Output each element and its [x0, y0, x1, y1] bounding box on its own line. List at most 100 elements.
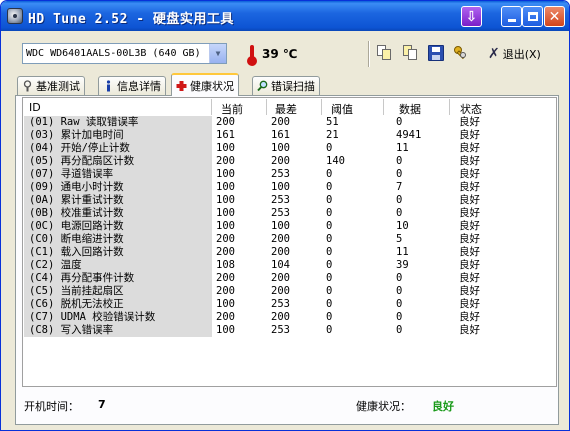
row-worst: 200	[271, 285, 290, 297]
exit-label: 退出(X)	[502, 48, 541, 61]
row-data: 10	[396, 220, 409, 232]
row-worst: 253	[271, 207, 290, 219]
row-id: (0C) 电源回路计数	[29, 220, 124, 232]
row-worst: 253	[271, 194, 290, 206]
table-row[interactable]: (0B) 校准重试计数 100 253 0 0 良好	[23, 207, 555, 220]
row-worst: 200	[271, 272, 290, 284]
row-data: 11	[396, 246, 409, 258]
tab-info[interactable]: 信息详情	[98, 76, 166, 95]
row-threshold: 140	[326, 155, 345, 167]
column-divider[interactable]	[266, 99, 267, 115]
row-worst: 104	[271, 259, 290, 271]
row-data: 7	[396, 181, 403, 193]
row-threshold: 0	[326, 285, 333, 297]
row-worst: 253	[271, 298, 290, 310]
table-row[interactable]: (07) 寻道错误率 100 253 0 0 良好	[23, 168, 555, 181]
close-button[interactable]: ✕	[544, 6, 565, 27]
row-data: 0	[396, 155, 403, 167]
info-icon	[106, 80, 111, 92]
row-current: 161	[216, 129, 235, 141]
row-worst: 200	[271, 246, 290, 258]
row-status: 良好	[459, 194, 480, 206]
row-id: (C2) 温度	[29, 259, 82, 271]
download-arrow-button[interactable]: ⇩	[461, 6, 482, 27]
column-divider[interactable]	[211, 99, 212, 115]
table-row[interactable]: (C7) UDMA 校验错误计数 200 200 0 0 良好	[23, 311, 555, 324]
save-button[interactable]	[428, 45, 444, 61]
table-row[interactable]: (03) 累计加电时间 161 161 21 4941 良好	[23, 129, 555, 142]
row-current: 100	[216, 324, 235, 336]
smart-table: ID 当前 最差 阈值 数据 状态 (01) Raw 读取错误率 200 200 51…	[22, 97, 557, 387]
column-divider[interactable]	[449, 99, 450, 115]
copy-all-button[interactable]	[403, 45, 419, 61]
row-status: 良好	[459, 259, 480, 271]
benchmark-icon	[23, 80, 32, 92]
drive-select[interactable]: WDC WD6401AALS-00L3B (640 GB) ▼	[22, 43, 227, 64]
thermometer-icon	[247, 45, 257, 66]
minimize-button[interactable]	[501, 6, 522, 27]
health-cross-icon	[176, 80, 187, 91]
row-status: 良好	[459, 168, 480, 180]
table-row[interactable]: (C2) 温度 108 104 0 39 良好	[23, 259, 555, 272]
row-id: (03) 累计加电时间	[29, 129, 124, 141]
table-row[interactable]: (C5) 当前挂起扇区 200 200 0 0 良好	[23, 285, 555, 298]
chevron-down-icon[interactable]: ▼	[209, 44, 226, 63]
table-row[interactable]: (0C) 电源回路计数 100 100 0 10 良好	[23, 220, 555, 233]
row-current: 100	[216, 194, 235, 206]
table-row[interactable]: (09) 通电小时计数 100 100 0 7 良好	[23, 181, 555, 194]
table-row[interactable]: (C6) 脱机无法校正 100 253 0 0 良好	[23, 298, 555, 311]
row-current: 200	[216, 285, 235, 297]
tab-benchmark[interactable]: 基准测试	[17, 76, 85, 95]
power-on-label: 开机时间：	[24, 400, 79, 413]
table-row[interactable]: (0A) 累计重试计数 100 253 0 0 良好	[23, 194, 555, 207]
row-threshold: 21	[326, 129, 339, 141]
tab-error-scan[interactable]: 错误扫描	[252, 76, 320, 95]
row-threshold: 0	[326, 168, 333, 180]
power-on-value: 7	[98, 398, 106, 411]
column-header-threshold[interactable]: 阈值	[331, 101, 353, 117]
row-data: 0	[396, 116, 403, 128]
health-status-label: 健康状况：	[356, 400, 411, 413]
tab-label: 错误扫描	[271, 80, 315, 93]
maximize-button[interactable]	[522, 6, 543, 27]
row-id: (C6) 脱机无法校正	[29, 298, 124, 310]
title-bar[interactable]: HD Tune 2.52 - 硬盘实用工具 ⇩ ✕	[1, 1, 569, 31]
row-worst: 253	[271, 168, 290, 180]
app-disk-icon	[7, 8, 23, 24]
column-header-current[interactable]: 当前	[221, 101, 243, 117]
column-divider[interactable]	[383, 99, 384, 115]
row-data: 39	[396, 259, 409, 271]
row-current: 100	[216, 142, 235, 154]
column-header-data[interactable]: 数据	[399, 101, 421, 117]
column-header-status[interactable]: 状态	[460, 101, 482, 117]
row-threshold: 0	[326, 311, 333, 323]
table-row[interactable]: (C1) 载入回路计数 200 200 0 11 良好	[23, 246, 555, 259]
column-divider[interactable]	[321, 99, 322, 115]
table-row[interactable]: (C4) 再分配事件计数 200 200 0 0 良好	[23, 272, 555, 285]
tab-health[interactable]: 健康状况	[171, 73, 239, 96]
options-button[interactable]	[453, 45, 469, 61]
column-header-id[interactable]: ID	[29, 101, 41, 114]
tab-label: 信息详情	[117, 80, 161, 93]
row-threshold: 0	[326, 181, 333, 193]
row-data: 11	[396, 142, 409, 154]
exit-x-icon: ✗	[488, 46, 500, 62]
table-row[interactable]: (C0) 断电缩进计数 200 200 0 5 良好	[23, 233, 555, 246]
table-row[interactable]: (04) 开始/停止计数 100 100 0 11 良好	[23, 142, 555, 155]
row-id: (C8) 写入错误率	[29, 324, 114, 336]
row-status: 良好	[459, 116, 480, 128]
row-status: 良好	[459, 311, 480, 323]
copy-info-button[interactable]	[377, 45, 393, 61]
row-data: 4941	[396, 129, 422, 141]
table-row[interactable]: (05) 再分配扇区计数 200 200 140 0 良好	[23, 155, 555, 168]
row-current: 100	[216, 207, 235, 219]
row-threshold: 0	[326, 207, 333, 219]
tab-label: 基准测试	[36, 80, 80, 93]
table-row[interactable]: (01) Raw 读取错误率 200 200 51 0 良好	[23, 116, 555, 129]
column-header-worst[interactable]: 最差	[275, 101, 297, 117]
table-row[interactable]: (C8) 写入错误率 100 253 0 0 良好	[23, 324, 555, 337]
app-window: HD Tune 2.52 - 硬盘实用工具 ⇩ ✕ WDC WD6401AALS…	[0, 0, 570, 431]
row-worst: 100	[271, 181, 290, 193]
exit-button[interactable]: ✗ 退出(X)	[488, 45, 541, 63]
row-id: (01) Raw 读取错误率	[29, 116, 139, 128]
